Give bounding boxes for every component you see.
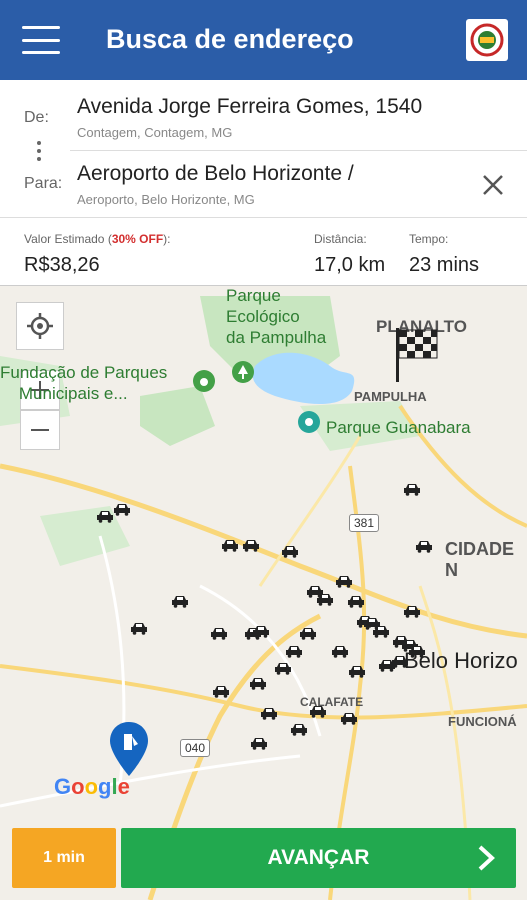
divider <box>70 150 527 151</box>
page-title: Busca de endereço <box>106 24 354 54</box>
taxi-car-icon <box>409 646 425 658</box>
taxi-car-icon <box>349 666 365 678</box>
taxi-car-icon <box>291 724 307 736</box>
origin-pin-icon <box>110 722 148 776</box>
taxi-car-icon <box>97 511 113 523</box>
taxi-car-icon <box>341 713 357 725</box>
advance-button[interactable]: AVANÇAR <box>121 828 516 888</box>
taxi-car-icon <box>404 606 420 618</box>
taxi-car-icon <box>404 484 420 496</box>
park-icon <box>193 370 215 392</box>
taxi-car-icon <box>286 646 302 658</box>
map-label-funcionarios: FUNCIONÁ <box>448 714 517 729</box>
taxi-car-icon <box>416 541 432 553</box>
map-label-pampulha: PAMPULHA <box>354 389 427 404</box>
zoom-out-button[interactable] <box>20 410 60 450</box>
estimate-panel: Valor Estimado (30% OFF): R$38,26 Distân… <box>0 218 527 286</box>
taxi-car-icon <box>211 628 227 640</box>
app-bar: Busca de endereço <box>0 0 527 80</box>
taxi-car-icon <box>373 626 389 638</box>
distance-label: Distância: <box>314 232 367 246</box>
route-panel: De: Avenida Jorge Ferreira Gomes, 1540 C… <box>0 80 527 218</box>
taxi-car-icon <box>392 656 408 668</box>
to-address[interactable]: Aeroporto de Belo Horizonte / <box>77 162 354 186</box>
app-logo-icon[interactable] <box>466 19 508 61</box>
taxi-car-icon <box>275 663 291 675</box>
map-label-guanabara: Parque Guanabara <box>326 418 471 437</box>
locate-me-button[interactable] <box>16 302 64 350</box>
taxi-car-icon <box>250 678 266 690</box>
taxi-car-icon <box>282 546 298 558</box>
taxi-car-icon <box>251 738 267 750</box>
taxi-car-icon <box>332 646 348 658</box>
taxi-car-icon <box>243 540 259 552</box>
taxi-car-icon <box>310 706 326 718</box>
taxi-car-icon <box>253 626 269 638</box>
google-logo: Google <box>54 774 130 799</box>
bottom-bar: 1 min AVANÇAR <box>0 820 527 900</box>
time-label: Tempo: <box>409 232 449 246</box>
discount-badge: 30% OFF <box>111 232 164 246</box>
to-address-detail: Aeroporto, Belo Horizonte, MG <box>77 192 255 207</box>
chevron-right-icon <box>478 845 495 871</box>
taxi-car-icon <box>300 628 316 640</box>
taxi-car-icon <box>261 708 277 720</box>
map-label-parque-ecologico: Parque Ecológico da Pampulha <box>226 286 327 347</box>
taxi-car-icon <box>131 623 147 635</box>
crosshair-icon <box>27 313 53 339</box>
menu-icon[interactable] <box>22 26 60 54</box>
taxi-car-icon <box>114 504 130 516</box>
taxi-car-icon <box>317 594 333 606</box>
taxi-car-icon <box>336 576 352 588</box>
close-icon[interactable] <box>480 172 506 198</box>
from-address-detail: Contagem, Contagem, MG <box>77 125 233 140</box>
taxi-car-icon <box>213 686 229 698</box>
estimated-value: R$38,26 <box>24 254 100 276</box>
map-label-cidade: CIDADE N <box>445 539 515 580</box>
from-label: De: <box>24 109 49 126</box>
map[interactable]: Parque Ecológico da Pampulha PLANALTO PA… <box>0 286 527 900</box>
estimated-value-label: Valor Estimado (30% OFF): <box>24 232 171 246</box>
from-address[interactable]: Avenida Jorge Ferreira Gomes, 1540 <box>77 95 422 119</box>
map-label-fundacao: Fundação de Parques Municipais e... <box>0 363 168 403</box>
minus-icon <box>31 429 49 431</box>
taxi-car-icon <box>222 540 238 552</box>
distance-value: 17,0 km <box>314 254 386 276</box>
road-badge-381: 381 <box>349 514 380 532</box>
time-value: 23 mins <box>409 254 480 276</box>
taxi-car-icon <box>172 596 188 608</box>
route-dots-icon <box>36 141 42 161</box>
advance-button-label: AVANÇAR <box>267 846 370 869</box>
taxi-car-icon <box>348 596 364 608</box>
tree-icon <box>232 361 254 383</box>
to-label: Para: <box>24 175 63 192</box>
eta-button[interactable]: 1 min <box>12 828 116 888</box>
place-icon <box>298 411 320 433</box>
destination-flag-icon <box>396 328 438 382</box>
road-badge-040: 040 <box>180 739 211 757</box>
